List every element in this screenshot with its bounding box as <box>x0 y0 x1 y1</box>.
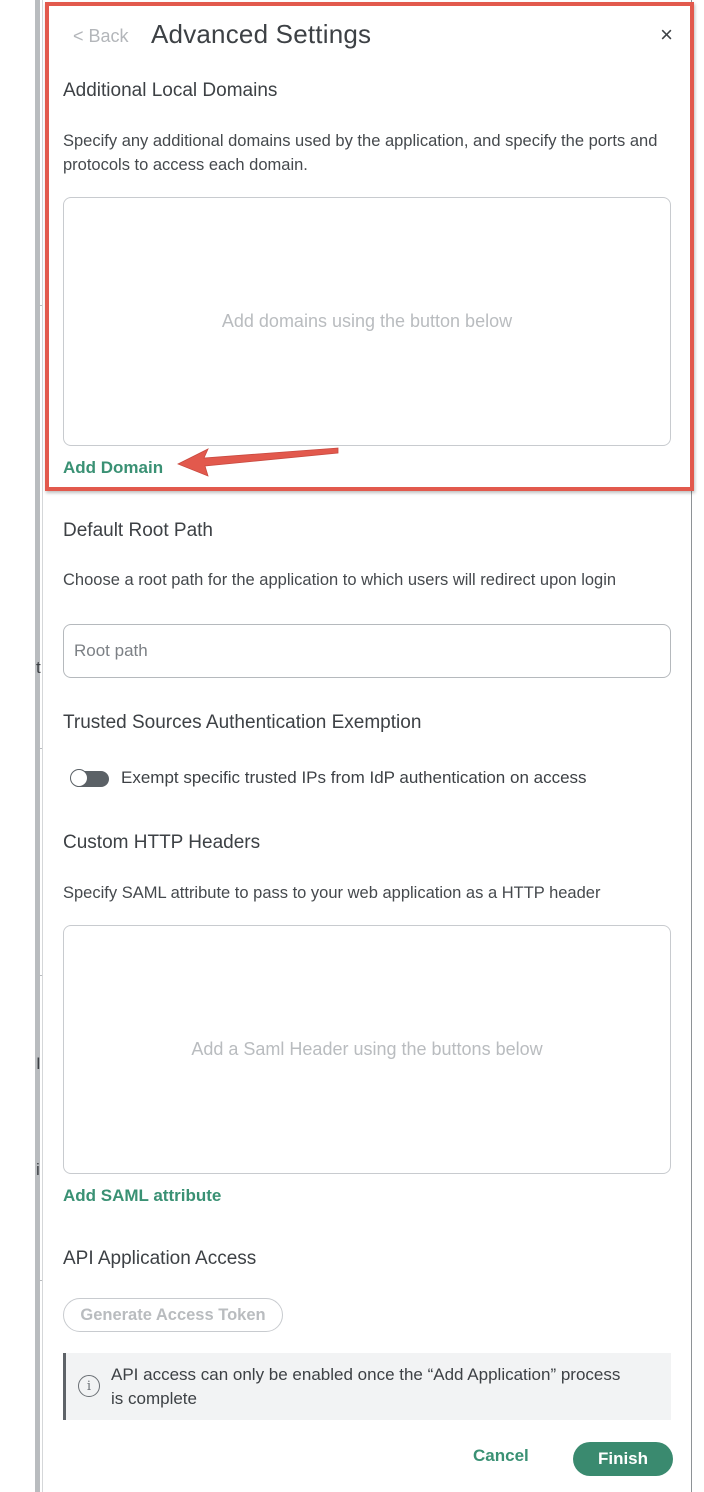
http-headers-section-title: Custom HTTP Headers <box>63 832 261 853</box>
cancel-button[interactable]: Cancel <box>473 1446 529 1466</box>
add-saml-attribute-link[interactable]: Add SAML attribute <box>63 1186 221 1206</box>
trusted-ips-toggle-label: Exempt specific trusted IPs from IdP aut… <box>121 768 587 787</box>
background-text-fragment: t <box>36 658 41 677</box>
saml-headers-empty-text: Add a Saml Header using the buttons belo… <box>191 1039 543 1059</box>
domains-section-title: Additional Local Domains <box>63 80 278 101</box>
saml-headers-list-empty: Add a Saml Header using the buttons belo… <box>63 925 671 1174</box>
api-access-notice-text: API access can only be enabled once the … <box>111 1365 621 1408</box>
trusted-ips-toggle[interactable] <box>70 769 109 787</box>
background-page: t I i <box>0 0 44 1492</box>
api-access-section-title: API Application Access <box>63 1248 257 1269</box>
root-path-description: Choose a root path for the application t… <box>63 571 617 589</box>
close-icon[interactable]: × <box>660 22 673 48</box>
domains-description: Specify any additional domains used by t… <box>63 132 658 174</box>
http-headers-description: Specify SAML attribute to pass to your w… <box>63 884 601 902</box>
domains-empty-text: Add domains using the button below <box>221 311 513 331</box>
background-text-fragment: I <box>36 1054 41 1073</box>
advanced-settings-panel: < Back Advanced Settings × Additional Lo… <box>42 0 692 1492</box>
add-domain-link[interactable]: Add Domain <box>63 458 163 478</box>
domains-list-empty: Add domains using the button below <box>63 197 671 446</box>
api-access-notice: i API access can only be enabled once th… <box>63 1353 671 1420</box>
trusted-sources-section-title: Trusted Sources Authentication Exemption <box>63 712 422 733</box>
panel-title: Advanced Settings <box>151 19 372 49</box>
background-divider <box>35 0 40 1492</box>
root-path-input[interactable] <box>63 624 671 678</box>
toggle-knob <box>70 769 88 787</box>
back-button[interactable]: < Back <box>73 26 129 47</box>
finish-button[interactable]: Finish <box>573 1442 673 1476</box>
root-path-section-title: Default Root Path <box>63 520 213 541</box>
generate-access-token-button: Generate Access Token <box>63 1298 283 1332</box>
trusted-sources-toggle-row: Exempt specific trusted IPs from IdP aut… <box>70 768 671 794</box>
info-icon: i <box>78 1375 100 1397</box>
background-text-fragment: i <box>36 1160 40 1179</box>
panel-header: < Back Advanced Settings × <box>73 18 673 58</box>
